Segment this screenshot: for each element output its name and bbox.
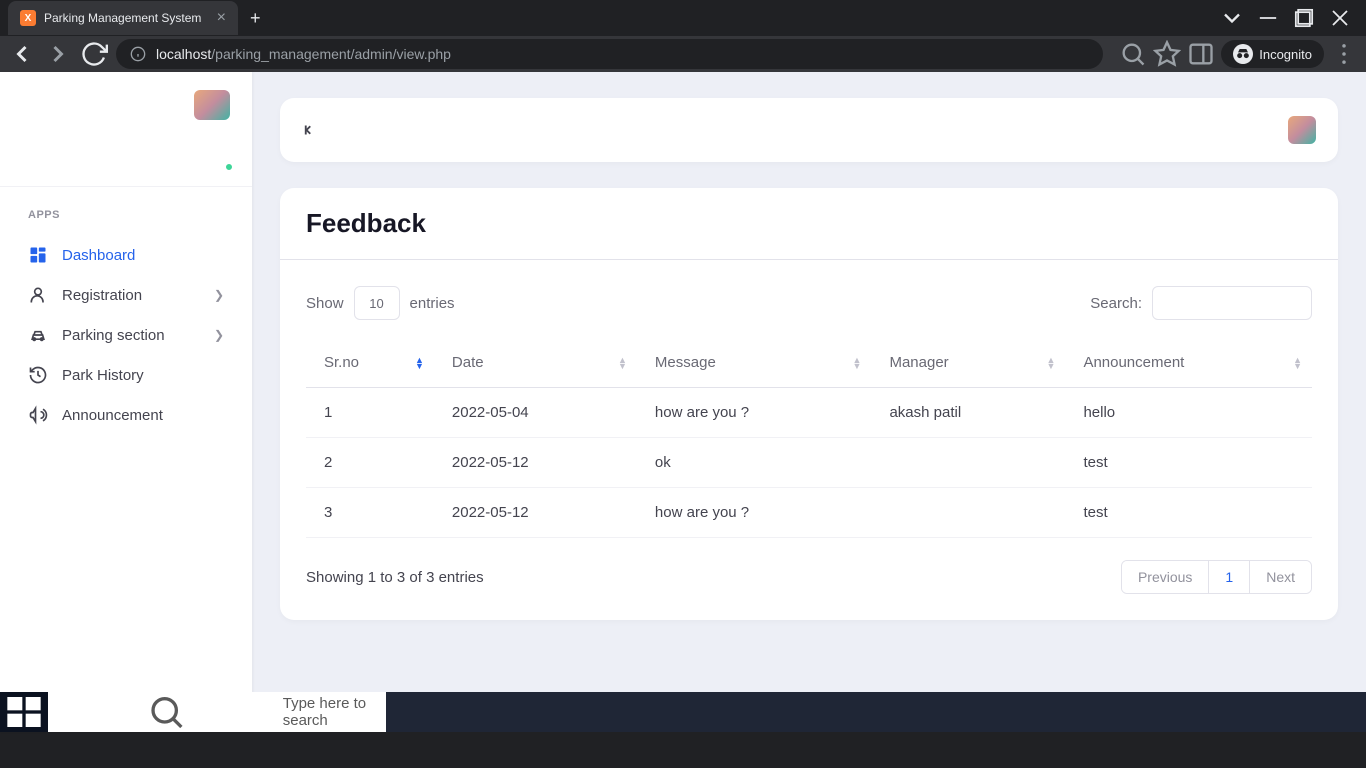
table-cell: 2 [306,438,434,488]
table-cell: how are you ? [637,388,872,438]
table-info: Showing 1 to 3 of 3 entries [306,569,484,586]
zoom-icon[interactable] [1119,40,1147,68]
sidebar: APPS DashboardRegistration❯Parking secti… [0,72,252,732]
sort-icon: ▲▼ [618,357,627,369]
incognito-badge[interactable]: Incognito [1221,40,1324,68]
sort-icon: ▲▼ [415,357,424,369]
sidebar-item-announcement[interactable]: Announcement [12,395,240,435]
address-bar[interactable]: localhost/parking_management/admin/view.… [116,39,1103,69]
page-title: Feedback [306,208,1312,239]
chevron-right-icon: ❯ [214,288,224,302]
column-header[interactable]: Date▲▼ [434,338,637,388]
table-cell: test [1065,438,1312,488]
search-icon [62,692,271,732]
table-cell: akash patil [871,388,1065,438]
table-cell: 1 [306,388,434,438]
sort-icon: ▲▼ [1047,357,1056,369]
dashboard-icon [28,245,48,265]
table-cell: ok [637,438,872,488]
feedback-table: Sr.no▲▼Date▲▼Message▲▼Manager▲▼Announcem… [306,338,1312,538]
sort-icon: ▲▼ [853,357,862,369]
url-text: localhost/parking_management/admin/view.… [156,46,451,62]
table-row: 22022-05-12ok test [306,438,1312,488]
table-row: 12022-05-04how are you ?akash patilhello [306,388,1312,438]
topbar-avatar[interactable] [1288,116,1316,144]
sidebar-item-label: Registration [62,287,142,304]
search-input[interactable] [1152,286,1312,320]
column-header[interactable]: Sr.no▲▼ [306,338,434,388]
table-cell: 2022-05-12 [434,488,637,538]
bullhorn-icon [28,405,48,425]
show-label: Show [306,295,344,312]
sidebar-item-dashboard[interactable]: Dashboard [12,235,240,275]
reload-button[interactable] [80,40,108,68]
chevron-right-icon: ❯ [214,328,224,342]
entries-label: entries [410,295,455,312]
taskbar-search[interactable]: Type here to search [48,692,386,732]
sidebar-item-label: Announcement [62,407,163,424]
table-cell: 2022-05-04 [434,388,637,438]
column-header[interactable]: Announcement▲▼ [1065,338,1312,388]
sidebar-item-label: Dashboard [62,247,135,264]
taskbar-search-placeholder: Type here to search [283,695,372,729]
history-icon [28,365,48,385]
xampp-favicon: X [20,10,36,26]
table-cell [871,488,1065,538]
sort-icon: ▲▼ [1293,357,1302,369]
table-cell: test [1065,488,1312,538]
topbar [280,98,1338,162]
column-header[interactable]: Manager▲▼ [871,338,1065,388]
back-button[interactable] [8,40,36,68]
table-row: 32022-05-12how are you ? test [306,488,1312,538]
page-number-button[interactable]: 1 [1209,561,1250,593]
previous-button[interactable]: Previous [1122,561,1209,593]
pagination: Previous 1 Next [1121,560,1312,594]
new-tab-button[interactable]: + [250,8,261,29]
avatar-image [194,90,230,120]
table-cell: how are you ? [637,488,872,538]
car-icon [28,325,48,345]
next-button[interactable]: Next [1250,561,1311,593]
menu-icon[interactable] [1330,40,1358,68]
close-window-button[interactable] [1326,4,1354,32]
site-info-icon[interactable] [130,46,146,62]
incognito-icon [1233,44,1253,64]
column-header[interactable]: Message▲▼ [637,338,872,388]
search-label: Search: [1090,295,1142,312]
table-cell [871,438,1065,488]
minimize-button[interactable] [1254,4,1282,32]
sidebar-item-park-history[interactable]: Park History [12,355,240,395]
sidebar-item-label: Parking section [62,327,165,344]
sidebar-item-parking-section[interactable]: Parking section ❯ [12,315,240,355]
sidebar-section-label: APPS [28,209,224,221]
maximize-button[interactable] [1290,4,1318,32]
windows-start-button[interactable] [0,692,48,732]
sidebar-item-label: Park History [62,367,144,384]
feedback-card: Feedback Show entries Search: Sr.no▲▼Dat… [280,188,1338,620]
forward-button[interactable] [44,40,72,68]
table-cell: 3 [306,488,434,538]
table-cell: hello [1065,388,1312,438]
panel-icon[interactable] [1187,40,1215,68]
tab-title: Parking Management System [44,11,201,25]
sidebar-item-registration[interactable]: Registration ❯ [12,275,240,315]
browser-tab[interactable]: X Parking Management System × [8,1,238,35]
status-online-dot [224,162,234,172]
collapse-sidebar-button[interactable] [302,121,320,139]
entries-input[interactable] [354,286,400,320]
bookmark-icon[interactable] [1153,40,1181,68]
table-cell: 2022-05-12 [434,438,637,488]
chevron-down-icon[interactable] [1218,4,1246,32]
sidebar-avatar[interactable] [194,90,230,168]
person-icon [28,285,48,305]
close-tab-icon[interactable]: × [217,9,226,27]
